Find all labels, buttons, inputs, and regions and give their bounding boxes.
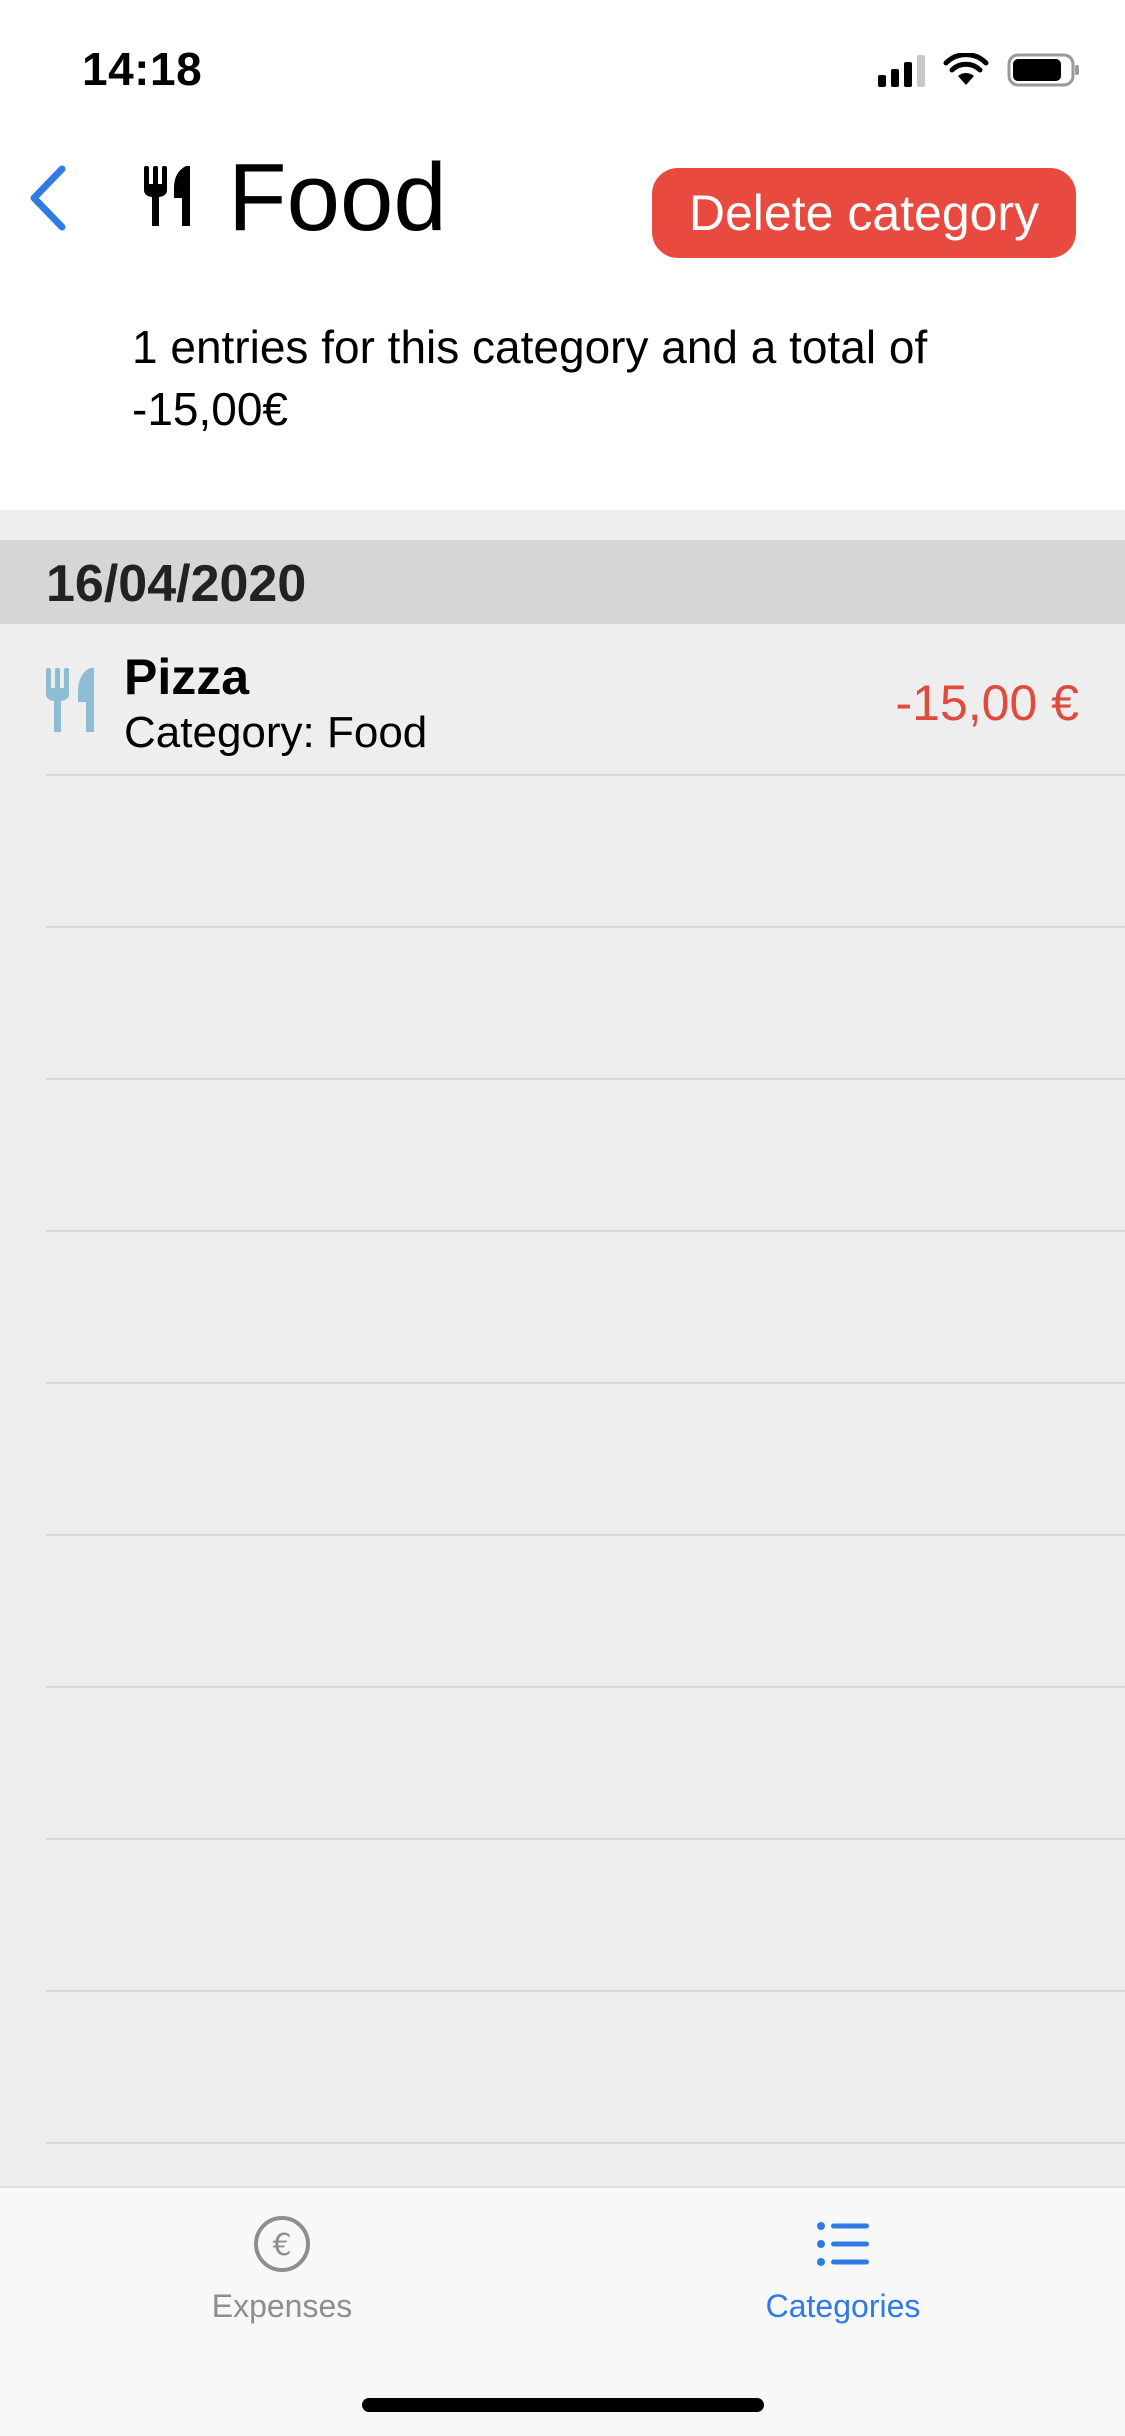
cellular-signal-icon [878,53,925,87]
battery-icon [1007,53,1079,87]
wifi-icon [943,53,989,85]
tab-label: Categories [765,2288,921,2324]
empty-row [0,1688,1125,1840]
empty-row [0,1384,1125,1536]
page-title: Food [228,144,447,251]
section-header: 16/04/2020 [0,540,1125,624]
fork-knife-icon [144,166,190,226]
header-divider [0,510,1125,540]
empty-row [0,1080,1125,1232]
empty-row [0,1992,1125,2144]
status-bar: 14:18 [0,0,1125,140]
chevron-left-icon [30,165,66,231]
row-divider [46,2142,1125,2144]
status-time: 14:18 [82,43,203,95]
empty-row [0,1536,1125,1688]
entry-amount: -15,00 € [895,675,1079,731]
empty-row [0,928,1125,1080]
list-item[interactable]: Pizza Category: Food -15,00 € [0,624,1125,776]
empty-row [0,1840,1125,1992]
delete-category-button[interactable]: Delete category [652,168,1076,258]
tab-label: Expenses [211,2288,353,2324]
entry-category: Category: Food [124,708,428,757]
category-summary: 1 entries for this category and a total … [132,321,928,435]
section-date: 16/04/2020 [46,555,307,613]
home-indicator [362,2398,764,2412]
fork-knife-icon [46,668,94,732]
empty-row [0,1232,1125,1384]
empty-row [0,776,1125,928]
euro-circle-icon: € [254,2216,310,2272]
tab-categories[interactable]: Categories [693,2214,993,2344]
back-button[interactable] [18,160,78,236]
entry-title: Pizza [124,649,250,705]
tab-expenses[interactable]: € Expenses [132,2214,432,2344]
screen: 14:18 Food Delete category 1 entries for… [0,0,1125,2436]
list-icon [817,2222,869,2266]
status-icons [878,50,1081,90]
svg-text:€: € [272,2228,291,2263]
entries-list: Pizza Category: Food -15,00 € [0,624,1125,2144]
